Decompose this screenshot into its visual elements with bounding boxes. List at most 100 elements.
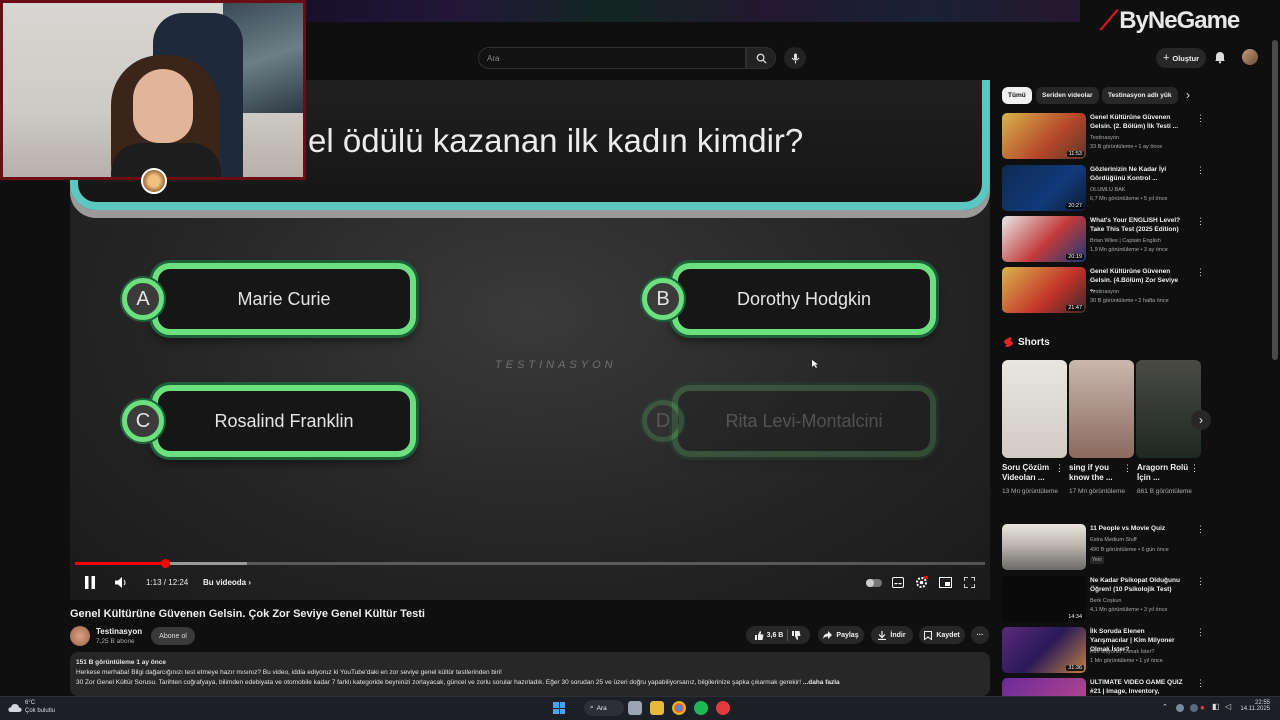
weather-temp[interactable]: 6°C — [25, 700, 35, 706]
short-2-more-icon[interactable]: ⋮ — [1123, 463, 1132, 474]
short-1-thumbnail[interactable] — [1002, 360, 1067, 458]
short-1-title[interactable]: Soru Çözüm Videoları ... — [1002, 463, 1056, 483]
autoplay-toggle[interactable] — [866, 579, 882, 587]
more-actions-button[interactable]: ··· — [971, 626, 989, 644]
recommended-video-8[interactable]: ULTIMATE VIDEO GAME QUIZ #21 | Image, In… — [1002, 678, 1202, 696]
video-duration: 20:27 — [1066, 203, 1084, 209]
subtitles-icon[interactable] — [892, 577, 904, 588]
video-thumbnail: 20:27 — [1002, 165, 1086, 211]
taskbar-search-label: Ara — [596, 704, 607, 712]
recommended-video-2[interactable]: 20:27 Gözlerinizin Ne Kadar İyi Gördüğün… — [1002, 165, 1205, 211]
video-meta: 33 B görüntüleme • 1 ay önce — [1090, 144, 1163, 150]
short-3-more-icon[interactable]: ⋮ — [1190, 463, 1199, 474]
answer-b-badge: B — [642, 278, 684, 320]
video-thumbnail: 21:47 — [1002, 267, 1086, 313]
chips-next-icon[interactable]: › — [1186, 88, 1190, 102]
recommended-video-6[interactable]: 14:34 Ne Kadar Psikopat Olduğunu Öğren! … — [1002, 576, 1205, 622]
video-thumbnail — [1002, 678, 1086, 696]
description-line-2: 30 Zor Genel Kültür Sorusu. Tarihten coğ… — [76, 679, 802, 686]
download-button[interactable]: İndir — [871, 626, 913, 644]
short-3-thumbnail[interactable] — [1136, 360, 1201, 458]
tray-network-icon[interactable]: ◧ — [1212, 702, 1220, 711]
volume-icon[interactable] — [115, 577, 127, 588]
tray-onedrive-icon[interactable] — [1176, 704, 1184, 712]
windows-start-icon[interactable] — [553, 702, 565, 714]
cookie-emblem-icon — [141, 168, 167, 194]
chip-all[interactable]: Tümü — [1002, 87, 1032, 104]
more-options-icon[interactable]: ⋮ — [1196, 216, 1205, 227]
create-button[interactable]: + Oluştur — [1156, 48, 1206, 68]
save-button[interactable]: Kaydet — [919, 626, 965, 644]
more-options-icon[interactable]: ⋮ — [1196, 165, 1205, 176]
channel-watermark: TESTINASYON — [495, 359, 617, 371]
answer-b-text: Dorothy Hodgkin — [736, 288, 872, 309]
short-2-thumbnail[interactable] — [1069, 360, 1134, 458]
show-more-link[interactable]: ...daha fazla — [803, 679, 840, 686]
time-display: 1:13 / 12:24 — [146, 578, 189, 587]
search-button[interactable] — [746, 47, 776, 69]
taskbar-search[interactable]: ⌕ Ara — [584, 700, 624, 716]
voice-search-button[interactable] — [784, 47, 806, 69]
recommended-video-7[interactable]: 31:36 İlk Soruda Elenen Yarışmacılar | K… — [1002, 627, 1205, 673]
file-explorer-icon[interactable] — [650, 701, 664, 715]
miniplayer-icon[interactable] — [939, 577, 952, 588]
more-dots-icon: ··· — [976, 631, 984, 639]
weather-desc[interactable]: Çok bulutlu — [25, 708, 55, 714]
spotify-icon[interactable] — [694, 701, 708, 715]
more-options-icon[interactable]: ⋮ — [1196, 524, 1205, 535]
shorts-header: Shorts — [1004, 337, 1050, 348]
tray-volume-icon[interactable]: ◁ — [1225, 702, 1231, 711]
description-stats: 151 B görüntüleme 1 ay önce — [76, 659, 166, 666]
tray-app-icon[interactable] — [1190, 704, 1198, 712]
recommended-video-5[interactable]: 11 People vs Movie Quiz Extra Medium Stu… — [1002, 524, 1205, 570]
thumbs-down-icon[interactable] — [792, 630, 801, 640]
page-scrollbar[interactable] — [1272, 40, 1278, 360]
answer-a-text: Marie Curie — [237, 288, 331, 309]
tray-chevron-icon[interactable]: ⌃ — [1162, 703, 1168, 711]
more-options-icon[interactable]: ⋮ — [1196, 627, 1205, 638]
more-options-icon[interactable]: ⋮ — [1196, 576, 1205, 587]
channel-name[interactable]: Testinasyon — [96, 627, 142, 636]
more-options-icon[interactable]: ⋮ — [1196, 678, 1202, 689]
account-avatar[interactable] — [1242, 49, 1258, 65]
create-label: Oluştur — [1172, 53, 1200, 63]
shorts-title: Shorts — [1018, 337, 1050, 348]
tray-mic-icon[interactable]: ● — [1200, 703, 1205, 712]
pause-icon[interactable] — [84, 576, 96, 589]
chapter-button[interactable]: Bu videoda › — [203, 578, 251, 587]
plus-icon: + — [1162, 52, 1170, 64]
chrome-icon[interactable] — [672, 701, 686, 715]
task-view-icon[interactable] — [628, 701, 642, 715]
question-text: el ödülü kazanan ilk kadın kimdir? — [308, 122, 804, 159]
save-icon — [924, 630, 933, 640]
thumbs-up-icon — [754, 630, 764, 640]
notifications-button[interactable] — [1213, 50, 1229, 66]
short-2-title[interactable]: sing if you know the ... — [1069, 463, 1123, 483]
description-box[interactable]: 151 B görüntüleme 1 ay önce Herkese merh… — [70, 652, 990, 696]
short-1-more-icon[interactable]: ⋮ — [1055, 463, 1064, 474]
more-options-icon[interactable]: ⋮ — [1196, 267, 1205, 278]
download-label: İndir — [890, 631, 906, 639]
streamer-body — [111, 143, 221, 177]
taskbar-clock[interactable]: 22:55 14.11.2025 — [1240, 700, 1270, 712]
recommended-video-3[interactable]: 20:19 What's Your ENGLISH Level? Take Th… — [1002, 216, 1205, 262]
recommended-video-4[interactable]: 21:47 Genel Kültürüne Güvenen Gelsin. (4… — [1002, 267, 1205, 313]
subscribe-button[interactable]: Abone ol — [151, 627, 195, 645]
short-3-title[interactable]: Aragorn Rolü İçin ... — [1137, 463, 1191, 483]
channel-avatar[interactable] — [70, 626, 90, 646]
fullscreen-icon[interactable] — [964, 577, 975, 588]
progress-scrubber[interactable] — [161, 559, 170, 568]
video-thumbnail: 14:34 — [1002, 576, 1086, 622]
share-button[interactable]: Paylaş — [818, 626, 864, 644]
shorts-next-button[interactable]: › — [1191, 410, 1211, 430]
search-input[interactable]: Ara — [478, 47, 746, 69]
chip-channel[interactable]: Testinasyon adlı yük — [1102, 87, 1178, 104]
chip-series[interactable]: Seriden videolar — [1036, 87, 1099, 104]
settings-gear-icon[interactable] — [915, 576, 928, 589]
video-thumbnail: 20:19 — [1002, 216, 1086, 262]
more-options-icon[interactable]: ⋮ — [1196, 113, 1205, 124]
recording-app-icon[interactable] — [716, 701, 730, 715]
subscriber-count: 7,25 B abone — [96, 638, 135, 645]
recommended-video-1[interactable]: 11:53 Genel Kültürüne Güvenen Gelsin. (2… — [1002, 113, 1205, 159]
like-button[interactable]: 3,6 B — [754, 630, 783, 640]
